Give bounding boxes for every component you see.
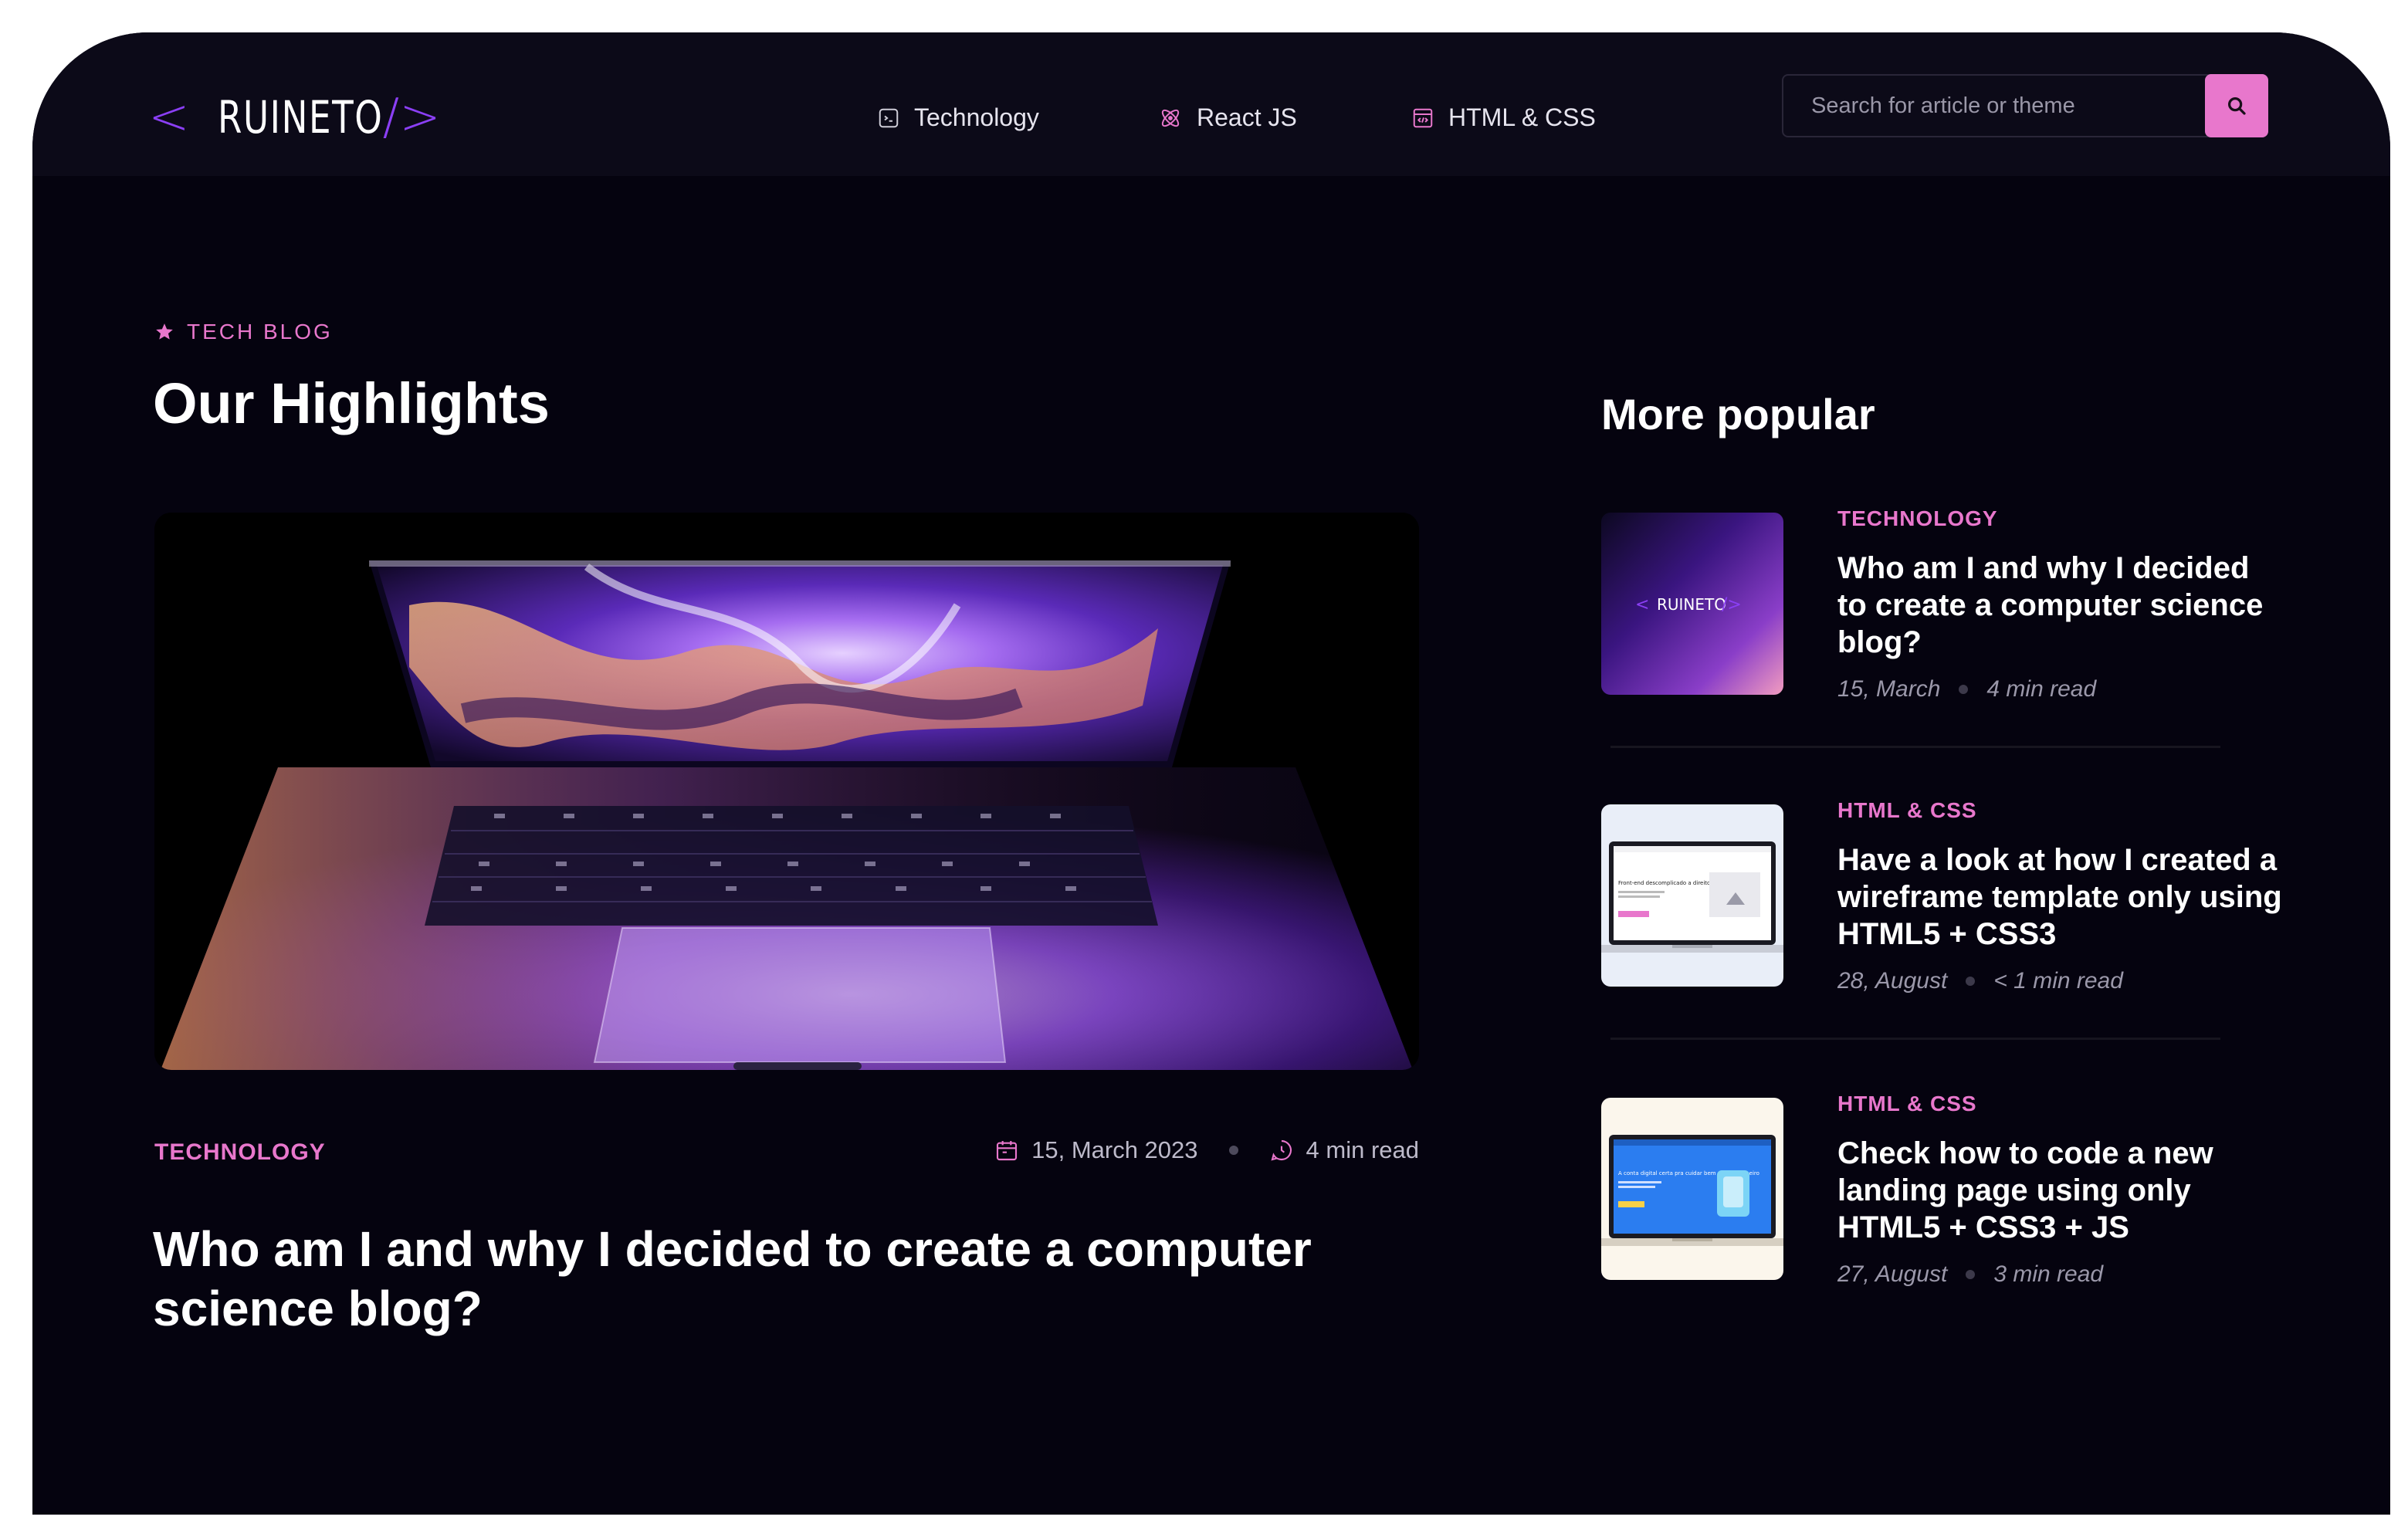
logo-right-bracket: /> [382,89,441,146]
meta-separator-dot [1966,977,1976,986]
popular-read-time: 3 min read [1993,1261,2104,1287]
search-icon [2228,97,2246,115]
kicker-label: TECH BLOG [187,320,333,344]
more-popular-title: More popular [1601,390,1875,438]
featured-read-time: 4 min read [1306,1136,1419,1163]
thumb-logo-text: RUINETO [1657,595,1726,614]
logo-left-bracket: < [148,89,190,146]
meta-separator-dot [1966,1270,1976,1279]
card-divider [1610,746,2220,748]
clock-chat-icon [1271,1139,1292,1161]
section-kicker: TECH BLOG [154,320,333,344]
terminal-icon [879,108,899,127]
calendar-icon [997,1141,1018,1161]
popular-read-time: 4 min read [1986,676,2097,702]
card-divider [1610,1038,2220,1040]
popular-meta: 28, August < 1 min read [1837,968,2123,994]
nav-item-technology[interactable]: Technology [877,103,1039,132]
nav-item-html-css[interactable]: HTML & CSS [1411,103,1596,132]
popular-read-time: < 1 min read [1993,968,2123,994]
search-button[interactable] [2205,74,2268,137]
site-logo[interactable]: < RUINETO /> [148,79,441,156]
popular-category[interactable]: HTML & CSS [1837,798,1977,823]
popular-meta: 27, August 3 min read [1837,1261,2103,1288]
popular-thumbnail: < RUINETO /> [1601,513,1783,695]
popular-date: 15, March [1837,676,1941,702]
popular-meta: 15, March 4 min read [1837,676,2096,702]
popular-category[interactable]: TECHNOLOGY [1837,506,1998,531]
popular-card[interactable]: Front-end descomplicado a direito ao pon… [1601,798,2282,1036]
featured-title[interactable]: Who am I and why I decided to create a c… [153,1220,1465,1339]
nav-label: Technology [914,103,1039,131]
popular-thumbnail: A conta digital certa pra cuidar bem do … [1601,1098,1783,1280]
site-header: < RUINETO /> Technology React JS HTML & … [32,32,2390,176]
code-window-icon [1413,108,1433,127]
meta-separator-dot [1959,685,1969,694]
popular-thumbnail: Front-end descomplicado a direito ao pon… [1601,804,1783,987]
nav-item-react-js[interactable]: React JS [1158,103,1297,132]
popular-card[interactable]: < RUINETO /> TECHNOLOGY Who am I and why… [1601,506,2281,744]
popular-title[interactable]: Check how to code a new landing page usi… [1837,1135,2285,1246]
featured-date: 15, March 2023 [1031,1136,1198,1163]
nav-label: HTML & CSS [1448,103,1596,131]
page-frame: < RUINETO /> Technology React JS HTML & … [32,32,2390,1515]
search-input[interactable] [1783,76,2208,136]
svg-text:<: < [1635,595,1649,614]
react-atom-icon [1161,109,1180,127]
laptop-image [154,513,1419,1070]
meta-separator-dot [1228,1146,1238,1155]
popular-category[interactable]: HTML & CSS [1837,1092,1977,1116]
popular-title[interactable]: Have a look at how I created a wireframe… [1837,841,2285,953]
nav-label: React JS [1197,103,1297,131]
svg-text:/>: /> [1722,595,1742,614]
star-icon [156,323,173,340]
popular-date: 28, August [1837,968,1948,994]
logo-wordmark: RUINETO [217,91,384,144]
popular-date: 27, August [1837,1261,1948,1287]
featured-category[interactable]: TECHNOLOGY [154,1139,326,1166]
popular-title[interactable]: Who am I and why I decided to create a c… [1837,550,2285,661]
popular-card[interactable]: A conta digital certa pra cuidar bem do … [1601,1092,2281,1329]
page-title: Our Highlights [153,371,550,435]
featured-article-image[interactable] [154,513,1419,1070]
featured-stats: 15, March 2023 4 min read [994,1136,1419,1164]
search-bar [1782,74,2268,137]
featured-meta: TECHNOLOGY 15, March 2023 4 min read [154,1136,1419,1175]
